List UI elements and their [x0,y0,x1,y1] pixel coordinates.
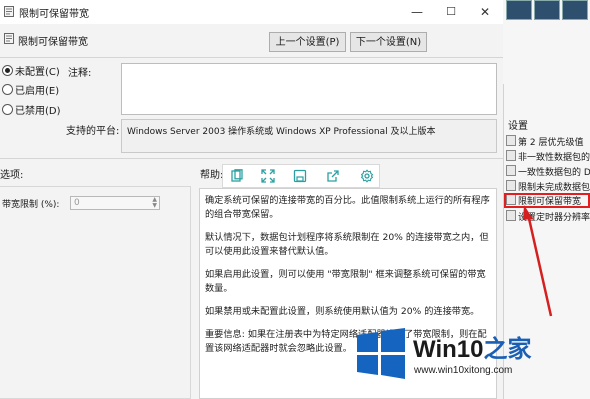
watermark-title-suffix: 之家 [483,336,532,363]
windows-logo-icon [357,328,405,379]
watermark-title-prefix: Win10 [413,336,484,363]
watermark-url: www.win10xitong.com [414,365,513,376]
watermark-title: Win10之家 [413,329,531,364]
watermark-logo: Win10之家 www.win10xitong.com [355,325,590,399]
